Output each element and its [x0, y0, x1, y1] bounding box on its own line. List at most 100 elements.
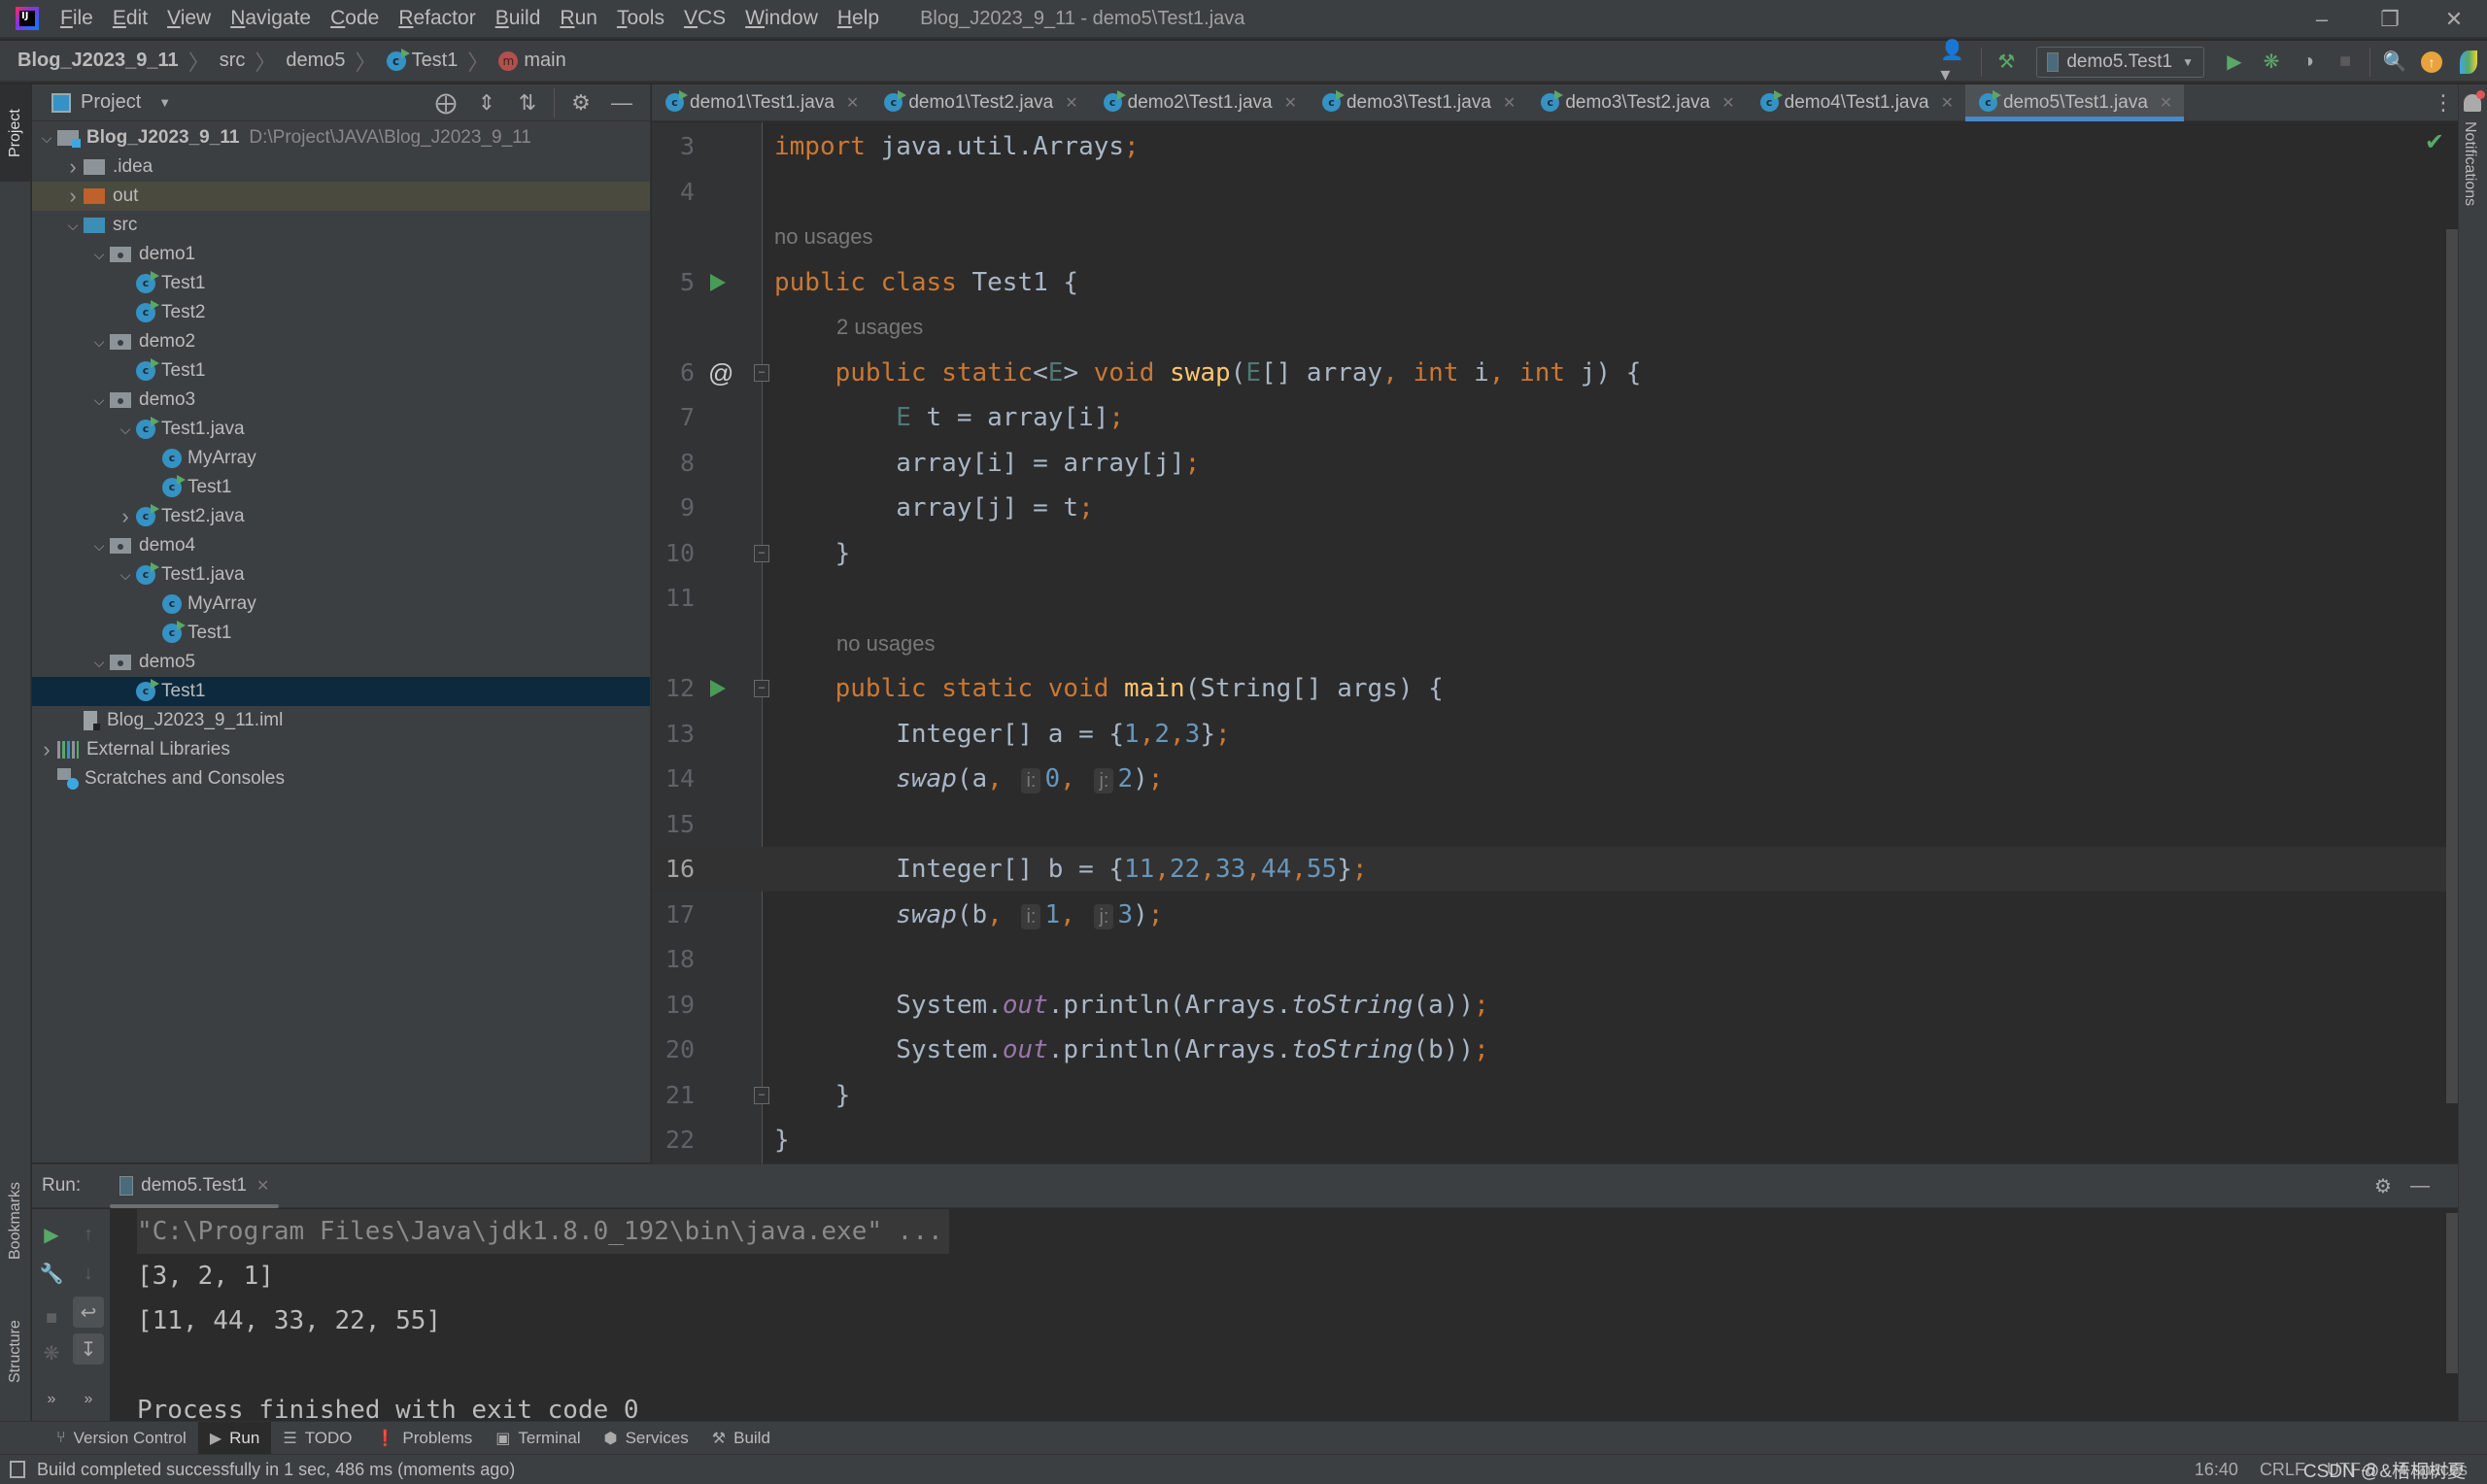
line-separator[interactable]: CRLF: [2260, 1460, 2305, 1480]
tree-item[interactable]: ⌵ demo3: [32, 386, 650, 415]
collapse-all-icon[interactable]: ⇅: [509, 86, 546, 119]
menu-code[interactable]: Code: [330, 7, 379, 30]
tree-item[interactable]: ⌵ demo2: [32, 327, 650, 356]
stop-icon[interactable]: ■: [36, 1302, 67, 1333]
close-icon[interactable]: ✕: [1503, 93, 1516, 113]
close-icon[interactable]: ✕: [846, 93, 859, 113]
close-icon[interactable]: ✕: [1721, 93, 1734, 113]
code-vision-usages[interactable]: no usages: [774, 215, 873, 259]
gutter-run-icon[interactable]: [710, 680, 726, 697]
structure-tool-button[interactable]: Structure: [0, 1294, 31, 1410]
console-output[interactable]: "C:\Program Files\Java\jdk1.8.0_192\bin\…: [137, 1209, 2438, 1425]
tree-item[interactable]: c MyArray: [32, 590, 650, 619]
user-icon[interactable]: 👤▾: [1940, 40, 1973, 85]
tree-item[interactable]: c Test1: [32, 269, 650, 298]
menu-build[interactable]: Build: [495, 7, 541, 30]
expand-all-icon[interactable]: ⇕: [468, 86, 505, 119]
tree-item[interactable]: ⌵ c Test1.java: [32, 560, 650, 590]
up-arrow-icon[interactable]: ↑: [73, 1219, 104, 1250]
menu-tools[interactable]: Tools: [617, 7, 664, 30]
menu-run[interactable]: Run: [560, 7, 597, 30]
coverage-icon[interactable]: ◑: [2292, 46, 2325, 79]
bookmarks-tool-button[interactable]: Bookmarks: [0, 1163, 31, 1279]
fold-marker-icon[interactable]: −: [754, 364, 769, 382]
console-scrollbar[interactable]: [2446, 1213, 2458, 1373]
tool-tab-problems[interactable]: ❗ Problems: [364, 1422, 485, 1454]
close-icon[interactable]: ✕: [1065, 93, 1077, 113]
tool-tab-run[interactable]: ▶ Run: [197, 1422, 272, 1454]
code-editor[interactable]: 3 import java.util.Arrays; 4 no usages 5 publ…: [652, 122, 2458, 1164]
editor-tab[interactable]: c demo2\Test1.java ✕: [1090, 84, 1309, 120]
editor-tab[interactable]: c demo3\Test2.java ✕: [1527, 84, 1746, 120]
menu-vcs[interactable]: VCS: [684, 7, 726, 30]
tree-item[interactable]: c Test1: [32, 619, 650, 648]
tool-tab-todo[interactable]: ☰ TODO: [271, 1422, 363, 1454]
breadcrumb-package[interactable]: demo5: [286, 50, 345, 72]
tree-item[interactable]: › External Libraries: [32, 735, 650, 764]
project-tool-button[interactable]: Project: [0, 84, 31, 182]
chevron-right-icon[interactable]: ›: [62, 154, 84, 180]
notification-bell-icon[interactable]: [2464, 90, 2485, 112]
tool-tab-terminal[interactable]: ▣ Terminal: [484, 1422, 592, 1454]
tree-item[interactable]: › .idea: [32, 152, 650, 182]
run-tab[interactable]: demo5.Test1 ✕: [110, 1164, 280, 1208]
editor-tab[interactable]: c demo3\Test1.java ✕: [1309, 84, 1527, 120]
run-configuration-select[interactable]: demo5.Test1 ▼: [2036, 46, 2204, 78]
hide-panel-icon[interactable]: —: [2403, 1170, 2436, 1203]
maximize-button[interactable]: ❐: [2361, 4, 2419, 35]
editor-scrollbar[interactable]: [2446, 229, 2458, 1103]
scroll-to-end-icon[interactable]: ↧: [73, 1333, 104, 1365]
tree-item[interactable]: ⌵ c Test1.java: [32, 415, 650, 444]
debug-icon[interactable]: ❋: [2255, 46, 2288, 79]
tool-tab-services[interactable]: ⬢ Services: [593, 1422, 700, 1454]
editor-tab[interactable]: c demo1\Test1.java ✕: [652, 84, 870, 120]
build-hammer-icon[interactable]: ⚒: [1990, 46, 2023, 79]
fold-marker-icon[interactable]: −: [754, 680, 769, 697]
tree-item[interactable]: c Test1: [32, 356, 650, 386]
chevron-down-icon[interactable]: ⌵: [88, 334, 110, 351]
menu-file[interactable]: File: [60, 7, 93, 30]
close-icon[interactable]: ✕: [1941, 93, 1954, 113]
search-icon[interactable]: 🔍: [2378, 46, 2411, 79]
gear-icon[interactable]: ⚙: [562, 86, 599, 119]
plugin-icon[interactable]: [2452, 46, 2485, 79]
tree-item[interactable]: ⌵ src: [32, 211, 650, 240]
code-vision-usages[interactable]: no usages: [836, 622, 936, 666]
tree-item[interactable]: c Test1: [32, 473, 650, 502]
stop-icon[interactable]: ■: [2329, 46, 2362, 79]
more-actions-icon[interactable]: »: [36, 1384, 67, 1415]
tree-item[interactable]: Blog_J2023_9_11.iml: [32, 706, 650, 735]
editor-tab[interactable]: c demo5\Test1.java ✕: [1964, 84, 2185, 121]
rerun-icon[interactable]: ▶: [36, 1219, 67, 1250]
menu-refactor[interactable]: Refactor: [398, 7, 475, 30]
chevron-down-icon[interactable]: ▼: [158, 95, 171, 110]
code-vision-usages[interactable]: 2 usages: [836, 305, 923, 350]
caret-position[interactable]: 16:40: [2195, 1460, 2238, 1480]
tree-item[interactable]: ⌵ demo1: [32, 240, 650, 269]
menu-window[interactable]: Window: [745, 7, 818, 30]
notifications-tool-button[interactable]: Notifications: [2461, 121, 2478, 206]
breadcrumb-project[interactable]: Blog_J2023_9_11: [17, 50, 179, 72]
chevron-down-icon[interactable]: ⌵: [88, 247, 110, 263]
more-tabs-icon[interactable]: ⋮: [2429, 84, 2458, 120]
chevron-right-icon[interactable]: ›: [36, 737, 57, 762]
chevron-right-icon[interactable]: ›: [62, 184, 84, 209]
tree-item[interactable]: c Test1: [32, 677, 650, 706]
locate-file-icon[interactable]: ⨁: [427, 86, 464, 119]
close-icon[interactable]: ✕: [1284, 93, 1297, 113]
editor-tab[interactable]: c demo4\Test1.java ✕: [1747, 84, 1965, 120]
chevron-down-icon[interactable]: ⌵: [88, 392, 110, 409]
chevron-down-icon[interactable]: ⌵: [36, 130, 57, 147]
debug-icon[interactable]: ❋: [36, 1337, 67, 1368]
run-icon[interactable]: ▶: [2218, 46, 2251, 79]
project-view-select[interactable]: Project: [81, 91, 141, 114]
wrench-icon[interactable]: 🔧: [36, 1258, 67, 1289]
menu-view[interactable]: View: [167, 7, 211, 30]
implemented-marker-icon[interactable]: @: [708, 351, 733, 395]
chevron-down-icon[interactable]: ⌵: [88, 655, 110, 671]
minimize-button[interactable]: –: [2293, 4, 2351, 35]
chevron-down-icon[interactable]: ⌵: [62, 218, 84, 234]
toggle-tool-windows-icon[interactable]: [10, 1461, 25, 1478]
tree-item[interactable]: ⌵ demo5: [32, 648, 650, 677]
tree-item[interactable]: c MyArray: [32, 444, 650, 473]
